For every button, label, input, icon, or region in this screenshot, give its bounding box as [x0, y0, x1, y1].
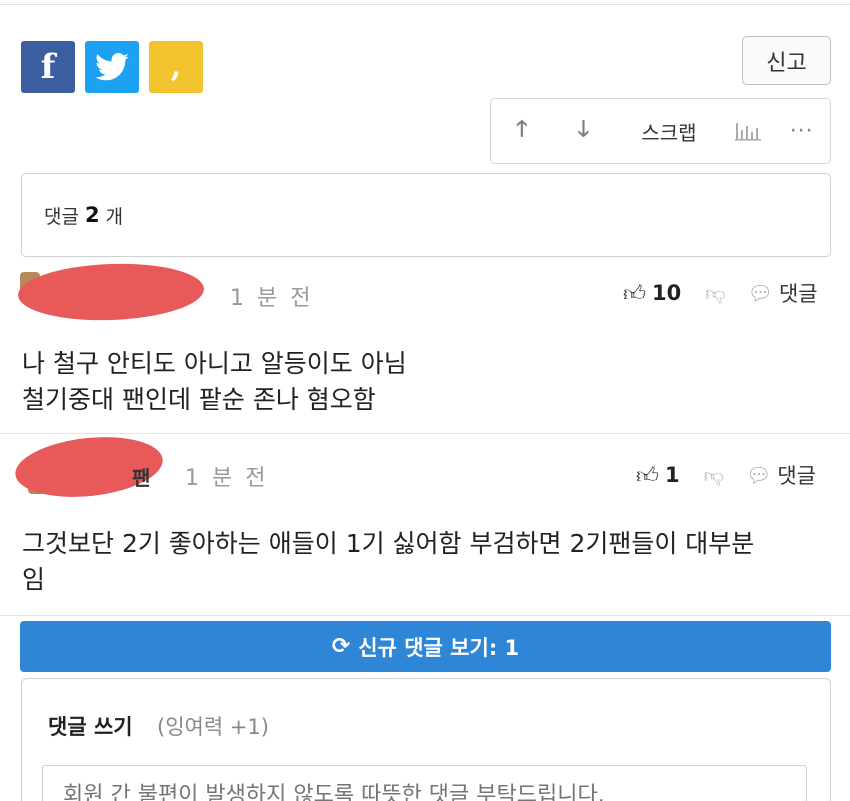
kakaostory-share-button[interactable]: ,: [149, 41, 203, 93]
thumbs-down-icon[interactable]: 👎︎: [704, 463, 724, 488]
bar-chart-icon: [735, 123, 762, 141]
speech-bubble-icon[interactable]: 💬︎: [748, 281, 773, 305]
thumbs-up-icon[interactable]: 👍︎: [636, 462, 659, 489]
stats-button[interactable]: [724, 99, 774, 163]
write-comment-box: 댓글 쓰기 (잉여력 +1): [21, 678, 831, 801]
comment-body-line: 임: [22, 565, 46, 594]
thumbs-down-icon[interactable]: 👎︎: [705, 281, 725, 306]
redacted-username: [17, 260, 205, 324]
comment-count-box: 댓글 2 개: [21, 173, 831, 257]
write-comment-title: 댓글 쓰기: [48, 715, 133, 739]
upvote-button[interactable]: 🡑: [491, 99, 553, 163]
like-count: 10: [652, 281, 682, 305]
comment-body-line: 그것보단 2기 좋아하는 애들이 1기 싫어함 부검하면 2기팬들이 대부분: [22, 529, 755, 558]
thumbs-up-icon[interactable]: 👍︎: [623, 280, 646, 307]
scrap-button[interactable]: 스크랩: [614, 99, 723, 163]
comment-count-prefix: 댓글: [44, 205, 79, 228]
reply-button[interactable]: 댓글: [779, 278, 818, 308]
facebook-share-button[interactable]: f: [21, 41, 75, 93]
twitter-share-button[interactable]: [85, 41, 139, 93]
comment-meta: 👍︎ 10 👎︎ 💬︎ 댓글: [623, 278, 818, 308]
show-new-comments-button[interactable]: ⟳ 신규 댓글 보기: 1: [20, 621, 831, 672]
comment-meta: 👍︎ 1 👎︎ 💬︎ 댓글: [636, 460, 816, 490]
refresh-icon: ⟳: [331, 634, 351, 659]
top-divider: [0, 4, 850, 5]
report-button[interactable]: 신고: [742, 36, 831, 85]
post-action-bar: 🡑 🡓 스크랩 ···: [490, 98, 831, 164]
downvote-button[interactable]: 🡓: [553, 99, 615, 163]
reply-button[interactable]: 댓글: [777, 460, 816, 490]
arrow-down-icon: 🡓: [577, 117, 590, 142]
comment-time: 1 분 전: [230, 286, 314, 311]
comment-body: 나 철구 안티도 아니고 알등이도 아님 철기중대 팬인데 팥순 존나 혐오함: [22, 346, 407, 418]
comment-item: 팬 1 분 전 👍︎ 1 👎︎ 💬︎ 댓글 그것보단 2기 좋아하는 애들이 1…: [0, 430, 850, 616]
comment-count-number: 2: [84, 203, 100, 227]
comment-body-line: 철기중대 팬인데 팥순 존나 혐오함: [22, 385, 376, 414]
comment-item: 1 분 전 👍︎ 10 👎︎ 💬︎ 댓글 나 철구 안티도 아니고 알등이도 아…: [0, 258, 850, 434]
comment-count-suffix: 개: [105, 205, 124, 228]
speech-bubble-icon[interactable]: 💬︎: [746, 463, 771, 487]
more-options-button[interactable]: ···: [773, 99, 830, 163]
comment-body: 그것보단 2기 좋아하는 애들이 1기 싫어함 부검하면 2기팬들이 대부분 임: [22, 526, 754, 598]
username-tail: 팬: [132, 466, 151, 490]
write-comment-reward: (잉여력 +1): [157, 715, 269, 739]
comment-time: 1 분 전: [185, 466, 269, 491]
facebook-icon: f: [40, 47, 56, 87]
twitter-icon: [95, 53, 129, 81]
kakaostory-icon: ,: [170, 49, 182, 84]
comment-body-line: 나 철구 안티도 아니고 알등이도 아님: [22, 349, 407, 378]
arrow-up-icon: 🡑: [516, 117, 528, 142]
show-new-comments-label: 신규 댓글 보기: 1: [358, 635, 520, 660]
comment-input[interactable]: [42, 765, 807, 801]
like-count: 1: [665, 463, 680, 487]
